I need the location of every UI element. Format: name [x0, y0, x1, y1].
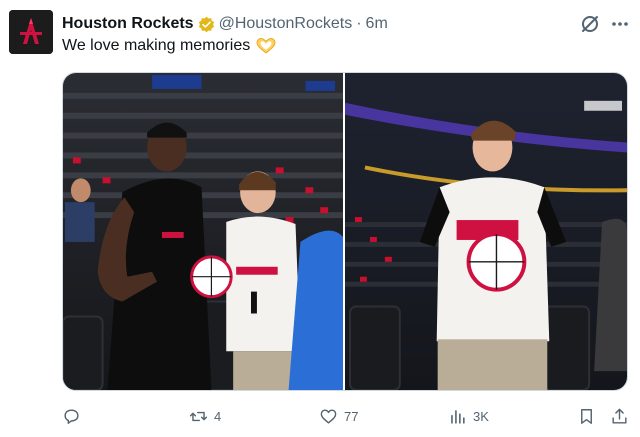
views-button[interactable]: 3K	[448, 405, 489, 427]
reply-button[interactable]	[62, 405, 87, 427]
share-button[interactable]	[610, 405, 629, 427]
grok-icon[interactable]	[579, 13, 601, 35]
repost-button[interactable]: 4	[189, 405, 221, 427]
photo-fan-holding-signed-ball[interactable]	[345, 73, 627, 390]
views-icon	[451, 409, 465, 424]
tweet-text-content: We love making memories	[62, 37, 251, 54]
rockets-logo-icon	[9, 10, 53, 54]
verified-badge-icon	[198, 16, 214, 32]
display-name[interactable]: Houston Rockets	[62, 15, 194, 33]
like-button[interactable]: 77	[319, 405, 358, 427]
account-handle[interactable]: @HoustonRockets	[219, 15, 353, 33]
photo-player-signing-ball[interactable]	[63, 73, 345, 390]
timestamp[interactable]: 6m	[366, 15, 388, 33]
tweet-text: We love making memories	[62, 37, 277, 55]
media-grid	[62, 72, 628, 391]
fan-holding-ball-photo-image	[345, 73, 627, 390]
tweet-actions: 4 77 3K	[62, 405, 628, 427]
more-icon[interactable]	[610, 14, 630, 34]
like-count: 77	[344, 408, 359, 424]
reply-icon	[64, 408, 79, 424]
bookmark-button[interactable]	[577, 405, 596, 427]
views-count: 3K	[473, 408, 489, 424]
bookmark-icon	[581, 408, 592, 424]
tweet-header: Houston Rockets @HoustonRockets · 6m	[62, 14, 388, 34]
like-icon	[320, 408, 337, 424]
heart-hands-emoji-icon	[256, 37, 276, 54]
player-signing-photo-image	[63, 73, 343, 390]
repost-count: 4	[214, 408, 222, 424]
separator-dot: ·	[356, 15, 362, 32]
repost-icon	[189, 411, 208, 421]
share-icon	[612, 408, 627, 424]
avatar[interactable]	[9, 10, 53, 54]
